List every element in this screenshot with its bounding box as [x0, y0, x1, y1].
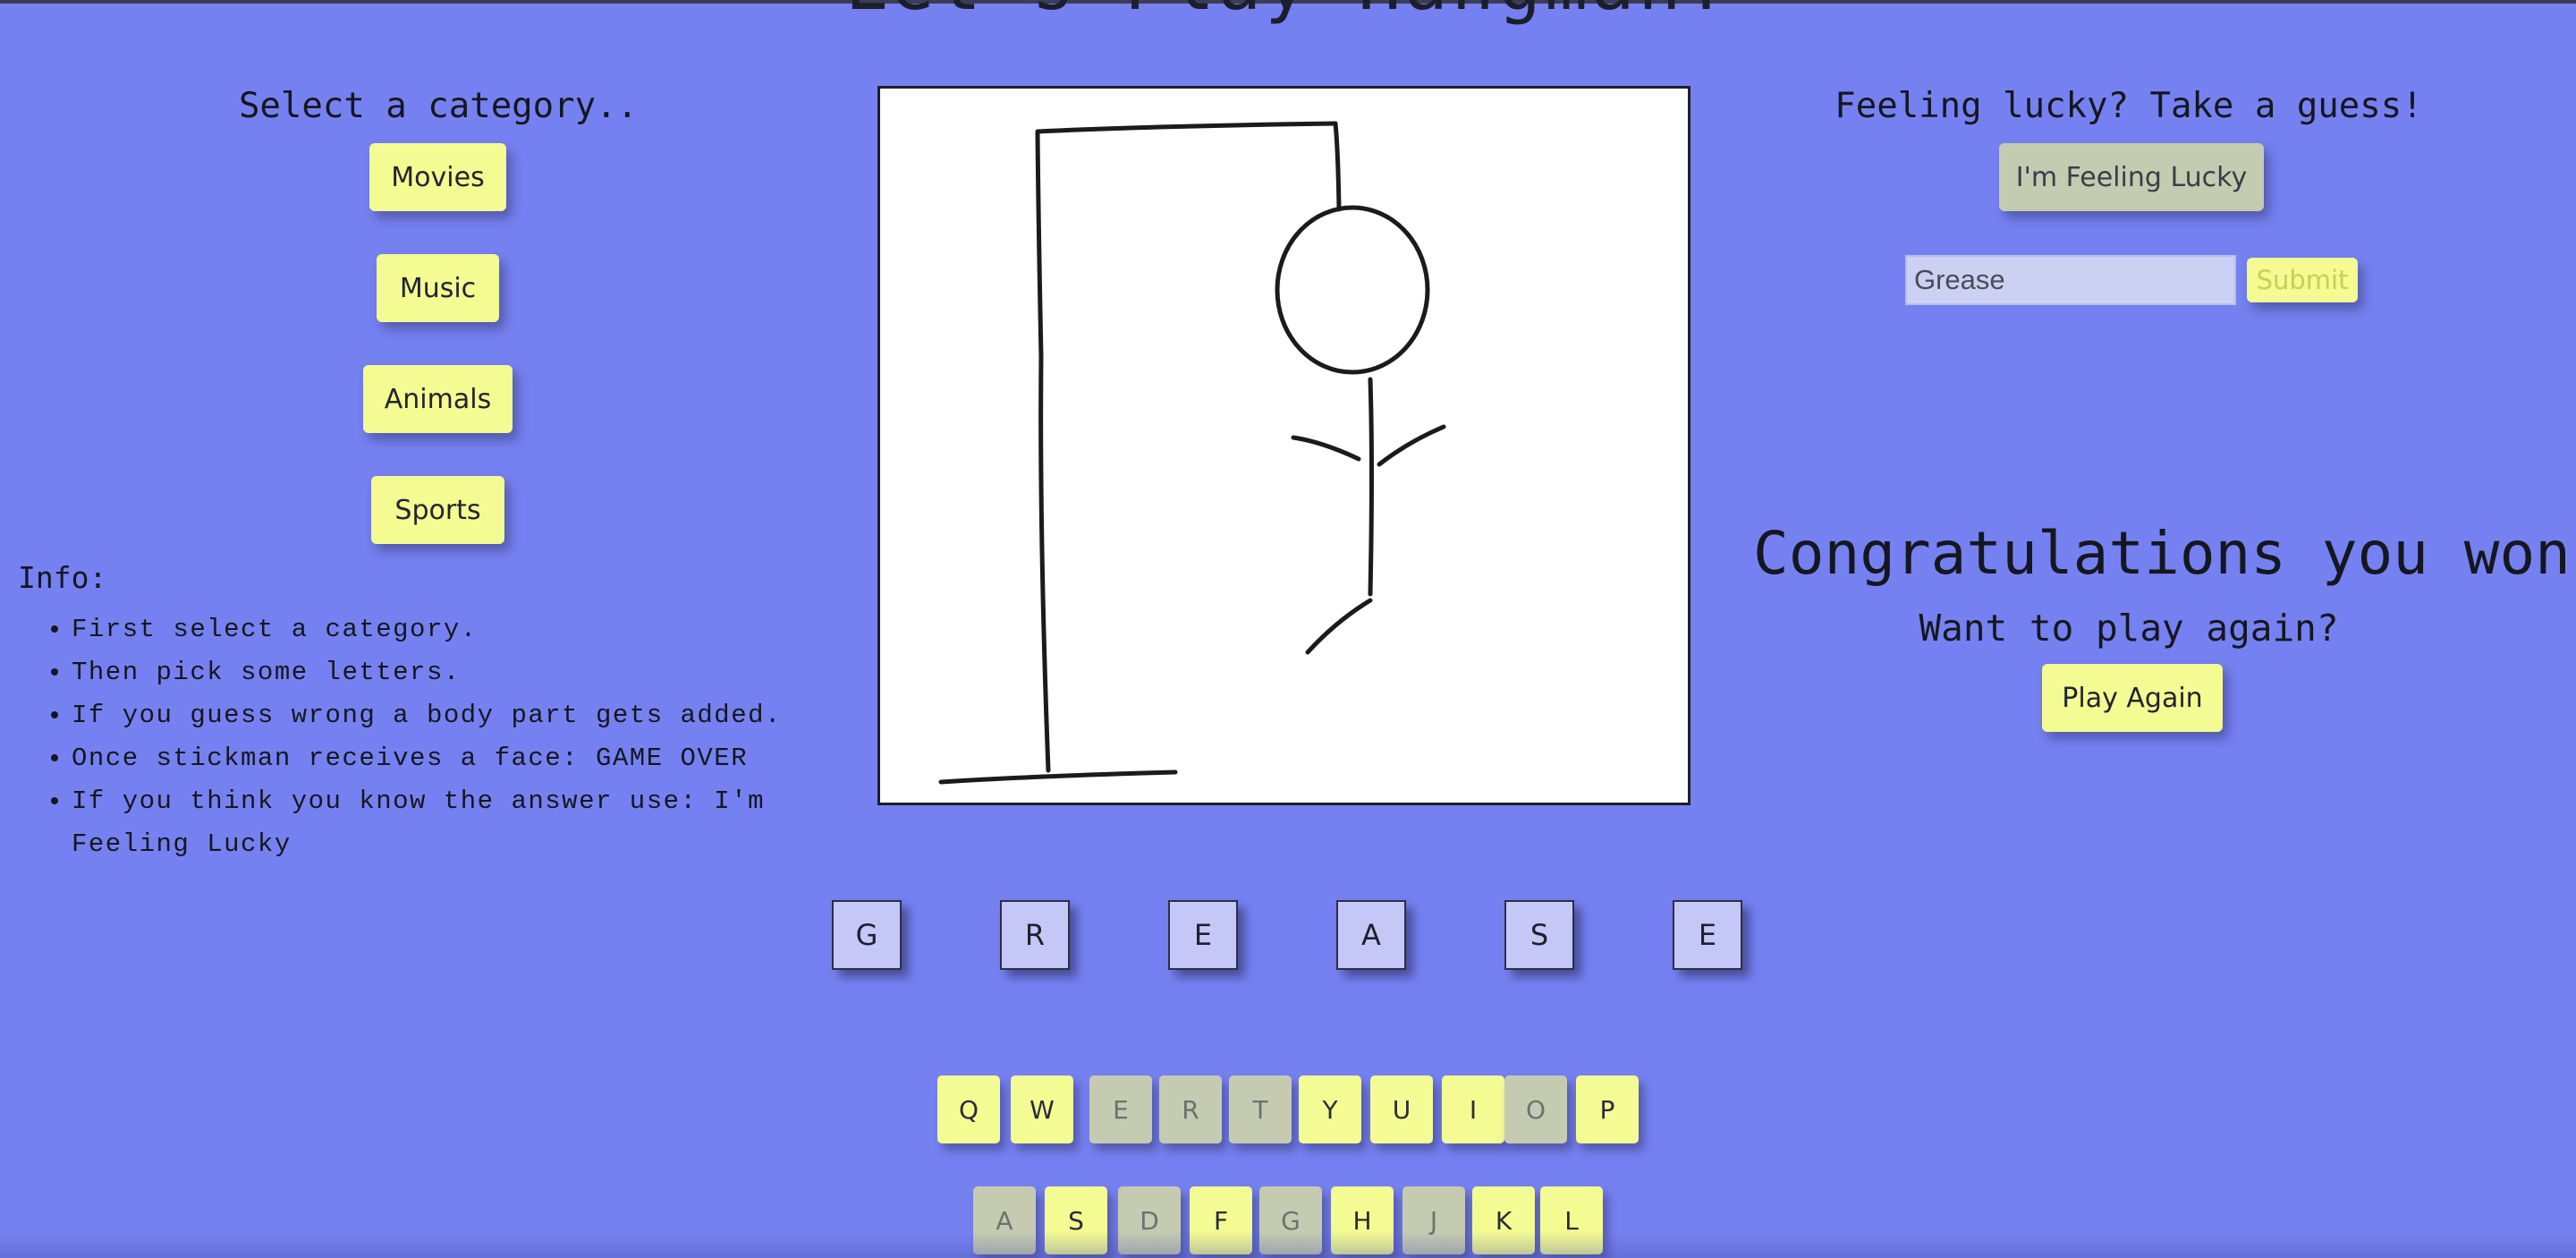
key-y[interactable]: Y [1299, 1075, 1361, 1143]
word-letter-slot: A [1336, 900, 1406, 970]
category-animals-button[interactable]: Animals [363, 365, 513, 433]
key-h[interactable]: H [1331, 1186, 1394, 1254]
word-letter-slot: R [1000, 900, 1070, 970]
key-q[interactable]: Q [937, 1075, 1000, 1143]
key-r[interactable]: R [1159, 1075, 1222, 1143]
gallows-beam [1035, 121, 1338, 134]
stickman-left-leg [1305, 598, 1373, 655]
stickman-head [1275, 205, 1430, 375]
word-letter-slot: E [1168, 900, 1238, 970]
key-k[interactable]: K [1472, 1186, 1535, 1254]
key-i[interactable]: I [1442, 1075, 1504, 1143]
key-f[interactable]: F [1190, 1186, 1252, 1254]
stickman-body [1368, 377, 1374, 597]
gallows-rope [1333, 121, 1342, 212]
key-l[interactable]: L [1540, 1186, 1603, 1254]
key-g[interactable]: G [1259, 1186, 1322, 1254]
key-d[interactable]: D [1118, 1186, 1181, 1254]
key-a[interactable]: A [973, 1186, 1036, 1254]
feeling-lucky-button[interactable]: I'm Feeling Lucky [1999, 143, 2264, 211]
info-item: If you guess wrong a body part gets adde… [72, 694, 841, 737]
info-item: Once stickman receives a face: GAME OVER [72, 737, 841, 780]
play-again-prompt: Want to play again? [1919, 607, 2339, 650]
info-item: First select a category. [72, 608, 841, 651]
guess-heading: Feeling lucky? Take a guess! [1835, 86, 2423, 126]
guess-input[interactable] [1905, 255, 2236, 305]
category-heading: Select a category.. [238, 86, 639, 126]
key-w[interactable]: W [1011, 1075, 1073, 1143]
key-j[interactable]: J [1402, 1186, 1465, 1254]
key-s[interactable]: S [1045, 1186, 1107, 1254]
key-t[interactable]: T [1229, 1075, 1292, 1143]
category-music-button[interactable]: Music [377, 254, 499, 322]
info-item: If you think you know the answer use: I'… [72, 780, 841, 866]
hangman-drawing [938, 121, 1446, 785]
category-sports-button[interactable]: Sports [371, 476, 504, 544]
key-e[interactable]: E [1089, 1075, 1152, 1143]
info-label: Info: [18, 560, 107, 595]
word-letter-slot: G [832, 900, 902, 970]
stickman-left-arm [1291, 435, 1361, 462]
stickman-right-arm [1377, 424, 1446, 467]
play-again-button[interactable]: Play Again [2042, 664, 2223, 732]
word-letter-slot: S [1504, 900, 1574, 970]
info-item: Then pick some letters. [72, 651, 841, 694]
category-movies-button[interactable]: Movies [369, 143, 506, 211]
info-list: First select a category. Then pick some … [50, 608, 841, 866]
key-u[interactable]: U [1370, 1075, 1433, 1143]
submit-button[interactable]: Submit [2247, 258, 2358, 302]
gallows-base [938, 769, 1178, 785]
page-title: Let's Play Hangman! [0, 0, 2576, 26]
key-p[interactable]: P [1576, 1075, 1639, 1143]
hangman-canvas [877, 86, 1690, 805]
key-o[interactable]: O [1504, 1075, 1567, 1143]
word-letter-slot: E [1673, 900, 1742, 970]
gallows-pole [1035, 131, 1051, 773]
win-message: Congratulations you won! [1753, 519, 2576, 588]
